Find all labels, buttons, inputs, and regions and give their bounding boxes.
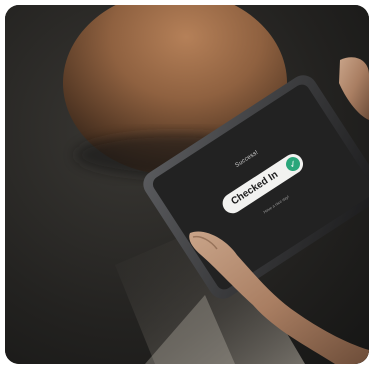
check-icon: ✓ — [283, 154, 303, 174]
toggle-label: Checked In — [229, 169, 281, 208]
checked-in-toggle[interactable]: Checked In ✓ — [218, 150, 307, 218]
photo-frame: Success! Checked In ✓ Have a nice day! — [5, 5, 369, 364]
